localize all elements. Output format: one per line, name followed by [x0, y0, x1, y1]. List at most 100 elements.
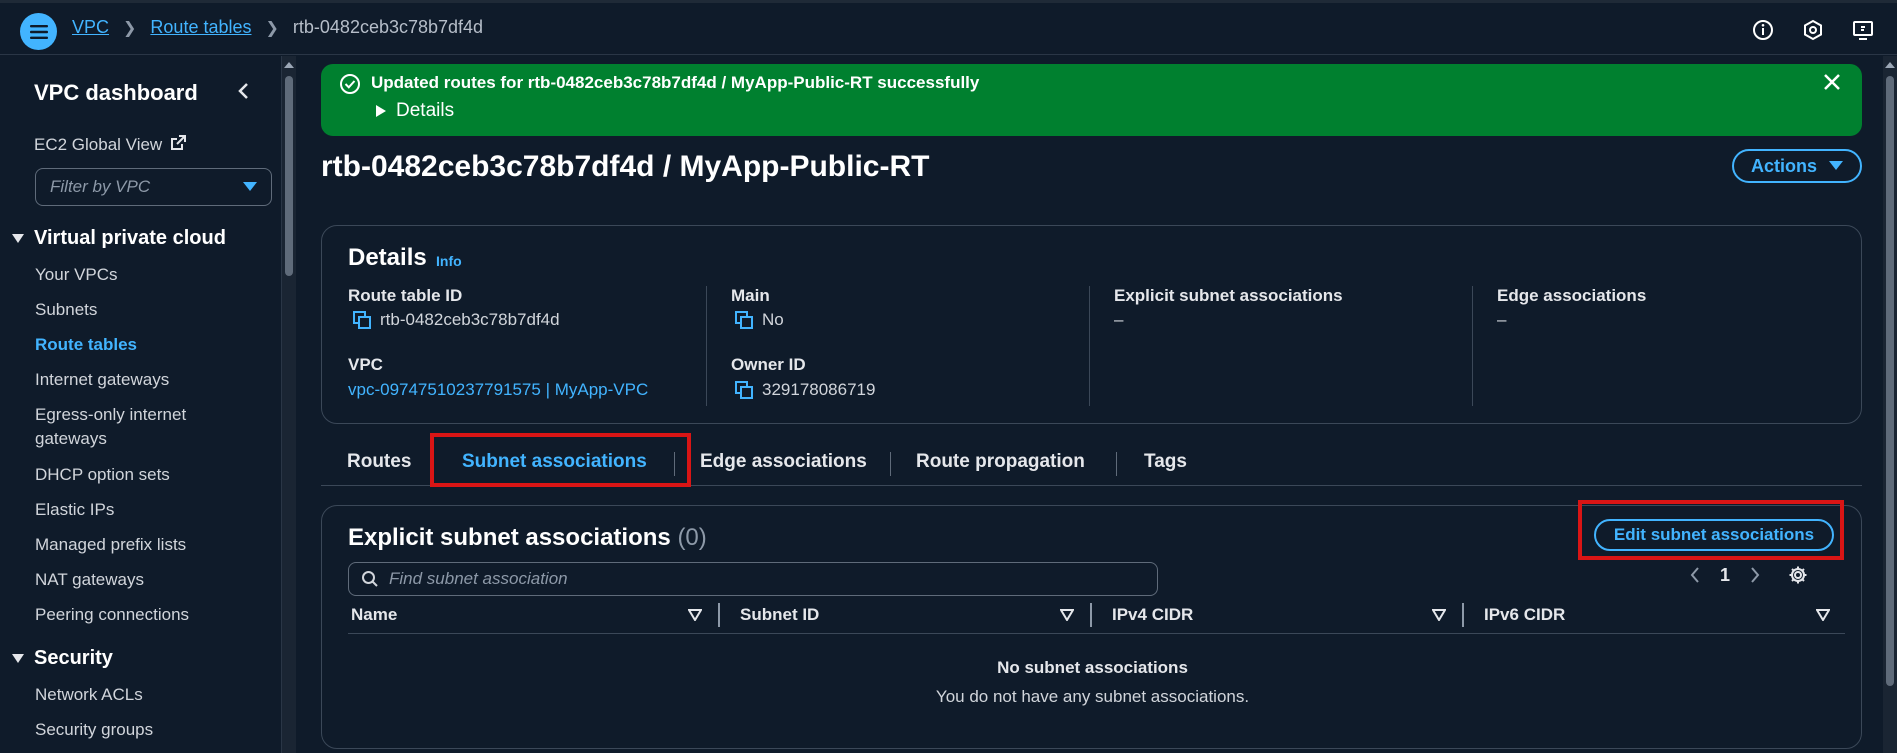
flash-details-label: Details: [396, 100, 455, 121]
menu-icon[interactable]: [20, 13, 57, 50]
empty-state-message: You do not have any subnet associations.: [935, 687, 1250, 706]
info-link[interactable]: Info: [436, 253, 462, 269]
close-icon[interactable]: [1822, 72, 1842, 97]
tab-edge-associations[interactable]: Edge associations: [700, 451, 867, 473]
highlight-box-subnet-tab: [430, 433, 691, 487]
explicit-subnet-value: –: [1114, 310, 1124, 329]
tab-tags[interactable]: Tags: [1144, 451, 1187, 473]
caret-right-icon: [376, 105, 386, 117]
notifications-icon[interactable]: [1801, 18, 1825, 42]
flash-details-toggle[interactable]: Details: [376, 100, 454, 122]
flash-message: Updated routes for rtb-0482ceb3c78b7df4d…: [371, 73, 980, 92]
copy-icon[interactable]: [734, 380, 754, 400]
chevron-right-icon: ❯: [265, 19, 279, 37]
highlight-box-edit-button: [1578, 500, 1844, 560]
chevron-right-icon: ❯: [123, 19, 137, 37]
sort-icon[interactable]: [1816, 609, 1830, 621]
sidebar-item-label: EC2 Global View: [34, 135, 163, 154]
details-column-1: Route table ID rtb-0482ceb3c78b7df4d VPC…: [348, 286, 731, 406]
main-text: No: [762, 310, 784, 329]
details-panel: Details Info Route table ID rtb-0482ceb3…: [321, 225, 1862, 424]
caret-down-icon: [1829, 161, 1843, 170]
success-flash-banner: Updated routes for rtb-0482ceb3c78b7df4d…: [321, 64, 1862, 136]
top-navigation-bar: VPC ❯ Route tables ❯ rtb-0482ceb3c78b7df…: [0, 0, 1897, 55]
feedback-icon[interactable]: [1851, 18, 1875, 42]
sidebar-section-virtual-private-cloud[interactable]: Virtual private cloud: [12, 227, 226, 250]
column-header-name[interactable]: Name: [351, 605, 397, 625]
edge-associations-label: Edge associations: [1497, 286, 1647, 305]
section-label: Security: [34, 647, 113, 669]
details-column-4: Edge associations –: [1472, 286, 1855, 406]
pagination: 1: [1690, 560, 1840, 590]
sidebar-section-security[interactable]: Security: [12, 647, 113, 670]
column-header-ipv6-cidr[interactable]: IPv6 CIDR: [1484, 605, 1565, 625]
table-header-row: Name Subnet ID IPv4 CIDR IPv6 CIDR: [348, 600, 1845, 634]
details-column-2: Main No Owner ID 329178086719: [706, 286, 1089, 406]
empty-state-title: No subnet associations: [997, 658, 1188, 677]
previous-page-icon[interactable]: [1690, 567, 1700, 583]
info-icon[interactable]: [1751, 18, 1775, 42]
actions-label: Actions: [1750, 155, 1817, 176]
sidebar-item-internet-gateways[interactable]: Internet gateways: [35, 368, 169, 392]
main-scrollbar[interactable]: [1883, 56, 1897, 753]
association-count: (0): [677, 524, 707, 551]
vpc-label: VPC: [348, 355, 383, 374]
explicit-subnet-label: Explicit subnet associations: [1114, 286, 1343, 305]
page-title: rtb-0482ceb3c78b7df4d / MyApp-Public-RT: [321, 150, 930, 183]
sidebar-item-your-vpcs[interactable]: Your VPCs: [35, 263, 118, 287]
filter-by-vpc-select[interactable]: Filter by VPC: [35, 168, 272, 206]
breadcrumb-current: rtb-0482ceb3c78b7df4d: [292, 17, 484, 37]
details-column-3: Explicit subnet associations –: [1089, 286, 1472, 406]
search-icon: [362, 571, 378, 587]
success-check-icon: [339, 73, 361, 100]
search-placeholder: Find subnet association: [389, 569, 568, 588]
route-table-id-label: Route table ID: [348, 286, 463, 305]
sidebar-ec2-global-view[interactable]: EC2 Global View: [34, 134, 187, 156]
subnet-search-input[interactable]: Find subnet association: [348, 562, 1158, 596]
sort-icon[interactable]: [1060, 609, 1074, 621]
caret-down-icon: [243, 177, 257, 197]
owner-id-text: 329178086719: [762, 380, 876, 399]
route-table-id-text: rtb-0482ceb3c78b7df4d: [380, 310, 560, 329]
sidebar-item-managed-prefix-lists[interactable]: Managed prefix lists: [35, 533, 186, 557]
copy-icon[interactable]: [352, 310, 372, 330]
sidebar: VPC dashboard EC2 Global View Filter by …: [0, 56, 282, 753]
caret-down-icon: [12, 653, 24, 663]
sidebar-title[interactable]: VPC dashboard: [34, 80, 198, 106]
breadcrumb-route-tables-link[interactable]: Route tables: [150, 17, 251, 38]
sidebar-item-security-groups[interactable]: Security groups: [35, 718, 153, 742]
collapse-sidebar-icon[interactable]: [236, 82, 250, 105]
details-heading: Details: [348, 244, 427, 271]
vpc-link[interactable]: vpc-09747510237791575 | MyApp-VPC: [348, 380, 648, 400]
sidebar-scrollbar[interactable]: [282, 56, 296, 753]
tab-routes[interactable]: Routes: [347, 451, 411, 473]
breadcrumb: VPC ❯ Route tables ❯ rtb-0482ceb3c78b7df…: [72, 17, 483, 38]
actions-dropdown-button[interactable]: Actions: [1732, 149, 1862, 183]
column-header-ipv4-cidr[interactable]: IPv4 CIDR: [1112, 605, 1193, 625]
copy-icon[interactable]: [734, 310, 754, 330]
main-value: No: [734, 310, 784, 330]
sidebar-item-egress-only-internet-gateways[interactable]: Egress-only internet gateways: [35, 403, 235, 451]
caret-down-icon: [12, 233, 24, 243]
page-number[interactable]: 1: [1720, 565, 1730, 586]
sidebar-item-dhcp-option-sets[interactable]: DHCP option sets: [35, 463, 170, 487]
external-link-icon: [170, 134, 187, 156]
main-label: Main: [731, 286, 770, 305]
owner-id-label: Owner ID: [731, 355, 806, 374]
section-label: Virtual private cloud: [34, 227, 226, 249]
route-table-id-value: rtb-0482ceb3c78b7df4d: [352, 310, 560, 330]
heading-text: Explicit subnet associations: [348, 524, 671, 551]
tab-route-propagation[interactable]: Route propagation: [916, 451, 1085, 473]
sidebar-item-network-acls[interactable]: Network ACLs: [35, 683, 143, 707]
sort-icon[interactable]: [688, 609, 702, 621]
sort-icon[interactable]: [1432, 609, 1446, 621]
column-header-subnet-id[interactable]: Subnet ID: [740, 605, 819, 625]
sidebar-item-elastic-ips[interactable]: Elastic IPs: [35, 498, 114, 522]
breadcrumb-vpc-link[interactable]: VPC: [72, 17, 109, 38]
sidebar-item-nat-gateways[interactable]: NAT gateways: [35, 568, 144, 592]
sidebar-item-subnets[interactable]: Subnets: [35, 298, 97, 322]
sidebar-item-route-tables[interactable]: Route tables: [35, 333, 137, 357]
gear-icon[interactable]: [1788, 565, 1808, 585]
next-page-icon[interactable]: [1750, 567, 1760, 583]
sidebar-item-peering-connections[interactable]: Peering connections: [35, 603, 189, 627]
